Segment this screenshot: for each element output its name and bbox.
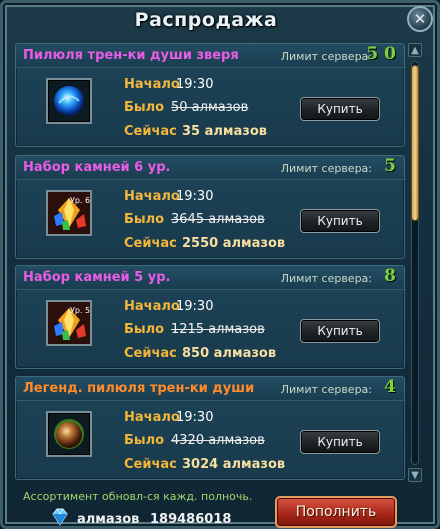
buy-button[interactable]: Купить	[300, 319, 380, 343]
item-icon-slot[interactable]: Ур. 6	[46, 190, 92, 236]
was-price: 3645 алмазов	[171, 212, 265, 227]
server-limit-label: Лимит сервера:	[280, 162, 372, 175]
gem-bundle-icon: Ур. 5	[48, 302, 90, 344]
server-limit-value: 4	[384, 377, 396, 397]
item-header: Набор камней 6 ур. Лимит сервера: 5	[16, 156, 404, 180]
now-price-label: Сейчас	[124, 124, 177, 139]
start-time: 19:30	[176, 299, 214, 314]
now-price: 3024 алмазов	[182, 457, 286, 472]
sale-window: Распродажа ✕ Пилюля трен-ки души зверя Л…	[0, 0, 440, 529]
sale-item: Набор камней 5 ур. Лимит сервера: 8 Ур. …	[15, 265, 405, 369]
server-limit-value: 5	[384, 156, 396, 176]
was-price-label: Было	[124, 433, 165, 448]
sale-item: Набор камней 6 ур. Лимит сервера: 5 Ур. …	[15, 155, 405, 259]
start-label: Начало	[124, 410, 180, 425]
now-price-label: Сейчас	[124, 457, 177, 472]
item-icon-slot[interactable]	[46, 411, 92, 457]
list-scrollbar[interactable]: ▲ ▼	[407, 43, 423, 485]
was-price: 50 алмазов	[171, 100, 249, 115]
buy-button[interactable]: Купить	[300, 209, 380, 233]
currency-balance: 189486018	[150, 512, 232, 527]
window-title: Распродажа	[134, 9, 278, 31]
sale-item: Пилюля трен-ки души зверя Лимит сервера:…	[15, 43, 405, 147]
gem-bundle-icon: Ур. 6	[48, 192, 90, 234]
scroll-thumb[interactable]	[411, 65, 419, 221]
currency-label: алмазов	[77, 512, 140, 527]
title-bar: Распродажа	[11, 7, 401, 33]
server-limit-label: Лимит сервера:	[280, 383, 372, 396]
sale-items-list: Пилюля трен-ки души зверя Лимит сервера:…	[15, 43, 405, 485]
was-price-label: Было	[124, 322, 165, 337]
start-label: Начало	[124, 299, 180, 314]
server-limit-label: Лимит сервера:	[280, 50, 372, 63]
was-price-label: Было	[124, 212, 165, 227]
scroll-up-arrow-icon[interactable]: ▲	[408, 43, 422, 57]
sale-item: Легенд. пилюля трен-ки души Лимит сервер…	[15, 376, 405, 480]
close-icon: ✕	[413, 10, 427, 28]
item-name: Набор камней 5 ур.	[23, 270, 171, 285]
item-name: Легенд. пилюля трен-ки души	[23, 381, 255, 396]
start-label: Начало	[124, 77, 180, 92]
was-price: 1215 алмазов	[171, 322, 265, 337]
item-header: Пилюля трен-ки души зверя Лимит сервера:…	[16, 44, 404, 68]
refresh-note: Ассортимент обновл-ся кажд. полночь.	[23, 490, 253, 503]
item-icon-slot[interactable]: Ур. 5	[46, 300, 92, 346]
diamond-icon	[52, 508, 68, 526]
now-price-label: Сейчас	[124, 236, 177, 251]
item-icon-slot[interactable]	[46, 78, 92, 124]
close-button[interactable]: ✕	[407, 6, 433, 32]
item-header: Набор камней 5 ур. Лимит сервера: 8	[16, 266, 404, 290]
refill-button[interactable]: Пополнить	[275, 496, 397, 528]
item-name: Набор камней 6 ур.	[23, 160, 171, 175]
now-price-label: Сейчас	[124, 346, 177, 361]
server-limit-value: 8	[384, 266, 396, 286]
buy-button[interactable]: Купить	[300, 430, 380, 454]
item-name: Пилюля трен-ки души зверя	[23, 48, 239, 63]
server-limit-label: Лимит сервера:	[280, 272, 372, 285]
now-price: 2550 алмазов	[182, 236, 286, 251]
item-level-text: Ур. 5	[70, 306, 90, 315]
item-header: Легенд. пилюля трен-ки души Лимит сервер…	[16, 377, 404, 401]
brown-orb-icon	[54, 419, 84, 449]
server-limit-value: 5 0	[366, 44, 396, 64]
start-time: 19:30	[176, 189, 214, 204]
now-price: 35 алмазов	[182, 124, 268, 139]
start-time: 19:30	[176, 77, 214, 92]
scroll-down-arrow-icon[interactable]: ▼	[408, 468, 422, 482]
start-time: 19:30	[176, 410, 214, 425]
start-label: Начало	[124, 189, 180, 204]
was-price-label: Было	[124, 100, 165, 115]
blue-orb-icon	[54, 86, 84, 116]
buy-button[interactable]: Купить	[300, 97, 380, 121]
was-price: 4320 алмазов	[171, 433, 265, 448]
item-level-text: Ур. 6	[70, 196, 90, 205]
now-price: 850 алмазов	[182, 346, 277, 361]
